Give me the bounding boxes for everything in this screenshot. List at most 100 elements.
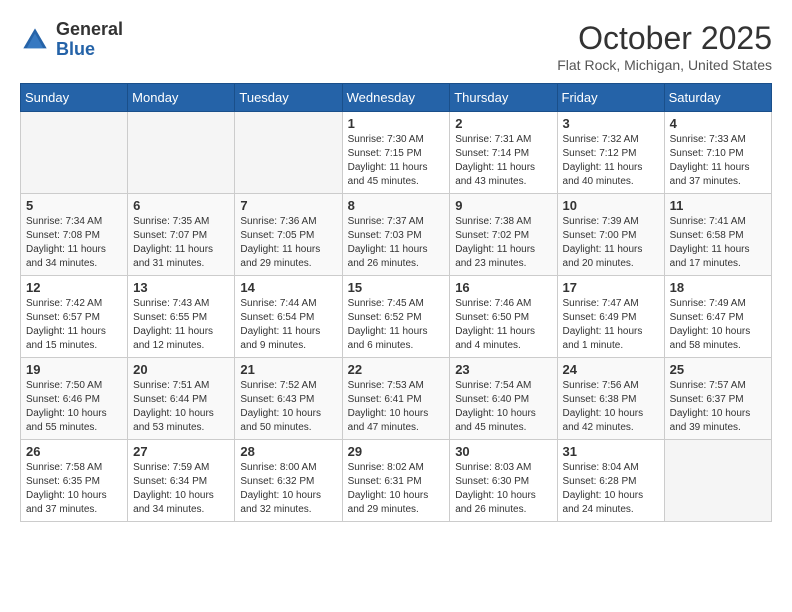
day-info: Sunrise: 7:49 AM Sunset: 6:47 PM Dayligh… (670, 297, 766, 353)
day-number: 10 (563, 198, 659, 213)
day-number: 9 (455, 198, 551, 213)
calendar-cell: 14 Sunrise: 7:44 AM Sunset: 6:54 PM Dayli… (235, 276, 342, 358)
day-info: Sunrise: 7:54 AM Sunset: 6:40 PM Dayligh… (455, 379, 551, 435)
calendar-cell: 13 Sunrise: 7:43 AM Sunset: 6:55 PM Dayli… (128, 276, 235, 358)
day-number: 16 (455, 280, 551, 295)
day-info: Sunrise: 7:43 AM Sunset: 6:55 PM Dayligh… (133, 297, 229, 353)
day-info: Sunrise: 7:46 AM Sunset: 6:50 PM Dayligh… (455, 297, 551, 353)
day-number: 7 (240, 198, 336, 213)
day-number: 22 (348, 362, 445, 377)
logo: General Blue (20, 20, 123, 60)
day-info: Sunrise: 7:38 AM Sunset: 7:02 PM Dayligh… (455, 215, 551, 271)
day-number: 11 (670, 198, 766, 213)
calendar-cell: 2Sunrise: 7:31 AM Sunset: 7:14 PM Daylig… (450, 112, 557, 194)
day-info: Sunrise: 7:35 AM Sunset: 7:07 PM Dayligh… (133, 215, 229, 271)
day-info: Sunrise: 7:34 AM Sunset: 7:08 PM Dayligh… (26, 215, 122, 271)
weekday-header: Thursday (450, 84, 557, 112)
day-number: 23 (455, 362, 551, 377)
weekday-header: Wednesday (342, 84, 450, 112)
calendar-cell: 9 Sunrise: 7:38 AM Sunset: 7:02 PM Daylig… (450, 194, 557, 276)
month-title: October 2025 (557, 20, 772, 57)
calendar-cell: 27Sunrise: 7:59 AM Sunset: 6:34 PM Dayli… (128, 440, 235, 522)
calendar-cell: 24Sunrise: 7:56 AM Sunset: 6:38 PM Dayli… (557, 358, 664, 440)
day-number: 29 (348, 444, 445, 459)
calendar-cell: 30 Sunrise: 8:03 AM Sunset: 6:30 PM Dayli… (450, 440, 557, 522)
day-number: 12 (26, 280, 122, 295)
day-number: 21 (240, 362, 336, 377)
calendar-cell: 3Sunrise: 7:32 AM Sunset: 7:12 PM Daylig… (557, 112, 664, 194)
calendar-cell: 8 Sunrise: 7:37 AM Sunset: 7:03 PM Daylig… (342, 194, 450, 276)
day-number: 6 (133, 198, 229, 213)
day-info: Sunrise: 7:45 AM Sunset: 6:52 PM Dayligh… (348, 297, 445, 353)
calendar-cell: 29 Sunrise: 8:02 AM Sunset: 6:31 PM Dayli… (342, 440, 450, 522)
day-number: 13 (133, 280, 229, 295)
calendar-cell: 31 Sunrise: 8:04 AM Sunset: 6:28 PM Dayli… (557, 440, 664, 522)
day-info: Sunrise: 7:33 AM Sunset: 7:10 PM Dayligh… (670, 133, 766, 189)
calendar-cell: 10 Sunrise: 7:39 AM Sunset: 7:00 PM Dayli… (557, 194, 664, 276)
calendar-cell: 23 Sunrise: 7:54 AM Sunset: 6:40 PM Dayli… (450, 358, 557, 440)
day-info: Sunrise: 7:41 AM Sunset: 6:58 PM Dayligh… (670, 215, 766, 271)
day-number: 19 (26, 362, 122, 377)
page-header: General Blue October 2025 Flat Rock, Mic… (20, 20, 772, 73)
weekday-header: Sunday (21, 84, 128, 112)
calendar-cell: 15Sunrise: 7:45 AM Sunset: 6:52 PM Dayli… (342, 276, 450, 358)
calendar-cell: 28Sunrise: 8:00 AM Sunset: 6:32 PM Dayli… (235, 440, 342, 522)
day-info: Sunrise: 7:32 AM Sunset: 7:12 PM Dayligh… (563, 133, 659, 189)
weekday-header: Friday (557, 84, 664, 112)
day-info: Sunrise: 7:39 AM Sunset: 7:00 PM Dayligh… (563, 215, 659, 271)
calendar-cell (128, 112, 235, 194)
calendar-cell: 7 Sunrise: 7:36 AM Sunset: 7:05 PM Daylig… (235, 194, 342, 276)
day-info: Sunrise: 7:52 AM Sunset: 6:43 PM Dayligh… (240, 379, 336, 435)
calendar-cell: 22 Sunrise: 7:53 AM Sunset: 6:41 PM Dayli… (342, 358, 450, 440)
day-number: 14 (240, 280, 336, 295)
calendar-week-row: 12Sunrise: 7:42 AM Sunset: 6:57 PM Dayli… (21, 276, 772, 358)
day-number: 30 (455, 444, 551, 459)
day-number: 8 (348, 198, 445, 213)
calendar-week-row: 19 Sunrise: 7:50 AM Sunset: 6:46 PM Dayli… (21, 358, 772, 440)
day-info: Sunrise: 7:44 AM Sunset: 6:54 PM Dayligh… (240, 297, 336, 353)
day-info: Sunrise: 7:30 AM Sunset: 7:15 PM Dayligh… (348, 133, 445, 189)
weekday-header-row: SundayMondayTuesdayWednesdayThursdayFrid… (21, 84, 772, 112)
day-info: Sunrise: 7:51 AM Sunset: 6:44 PM Dayligh… (133, 379, 229, 435)
day-number: 28 (240, 444, 336, 459)
calendar-cell (21, 112, 128, 194)
calendar-cell: 5 Sunrise: 7:34 AM Sunset: 7:08 PM Daylig… (21, 194, 128, 276)
logo-general: General (56, 20, 123, 40)
day-number: 26 (26, 444, 122, 459)
day-number: 18 (670, 280, 766, 295)
calendar-cell: 12Sunrise: 7:42 AM Sunset: 6:57 PM Dayli… (21, 276, 128, 358)
calendar-cell: 20 Sunrise: 7:51 AM Sunset: 6:44 PM Dayli… (128, 358, 235, 440)
logo-text: General Blue (56, 20, 123, 60)
day-number: 1 (348, 116, 445, 131)
day-number: 20 (133, 362, 229, 377)
calendar-cell: 16 Sunrise: 7:46 AM Sunset: 6:50 PM Dayli… (450, 276, 557, 358)
day-info: Sunrise: 7:37 AM Sunset: 7:03 PM Dayligh… (348, 215, 445, 271)
calendar-cell: 21 Sunrise: 7:52 AM Sunset: 6:43 PM Dayli… (235, 358, 342, 440)
day-info: Sunrise: 7:31 AM Sunset: 7:14 PM Dayligh… (455, 133, 551, 189)
day-info: Sunrise: 7:57 AM Sunset: 6:37 PM Dayligh… (670, 379, 766, 435)
day-number: 25 (670, 362, 766, 377)
day-number: 17 (563, 280, 659, 295)
weekday-header: Tuesday (235, 84, 342, 112)
day-info: Sunrise: 7:53 AM Sunset: 6:41 PM Dayligh… (348, 379, 445, 435)
calendar-week-row: 5 Sunrise: 7:34 AM Sunset: 7:08 PM Daylig… (21, 194, 772, 276)
calendar: SundayMondayTuesdayWednesdayThursdayFrid… (20, 83, 772, 522)
calendar-cell (664, 440, 771, 522)
day-number: 31 (563, 444, 659, 459)
calendar-cell: 17 Sunrise: 7:47 AM Sunset: 6:49 PM Dayli… (557, 276, 664, 358)
weekday-header: Saturday (664, 84, 771, 112)
calendar-cell: 18 Sunrise: 7:49 AM Sunset: 6:47 PM Dayli… (664, 276, 771, 358)
day-info: Sunrise: 7:50 AM Sunset: 6:46 PM Dayligh… (26, 379, 122, 435)
calendar-week-row: 1 Sunrise: 7:30 AM Sunset: 7:15 PM Daylig… (21, 112, 772, 194)
day-info: Sunrise: 8:04 AM Sunset: 6:28 PM Dayligh… (563, 461, 659, 517)
title-block: October 2025 Flat Rock, Michigan, United… (557, 20, 772, 73)
calendar-cell: 4 Sunrise: 7:33 AM Sunset: 7:10 PM Daylig… (664, 112, 771, 194)
day-number: 5 (26, 198, 122, 213)
day-info: Sunrise: 8:02 AM Sunset: 6:31 PM Dayligh… (348, 461, 445, 517)
logo-icon (20, 25, 50, 55)
day-number: 4 (670, 116, 766, 131)
day-info: Sunrise: 8:03 AM Sunset: 6:30 PM Dayligh… (455, 461, 551, 517)
day-info: Sunrise: 7:47 AM Sunset: 6:49 PM Dayligh… (563, 297, 659, 353)
calendar-cell: 26Sunrise: 7:58 AM Sunset: 6:35 PM Dayli… (21, 440, 128, 522)
day-info: Sunrise: 7:36 AM Sunset: 7:05 PM Dayligh… (240, 215, 336, 271)
